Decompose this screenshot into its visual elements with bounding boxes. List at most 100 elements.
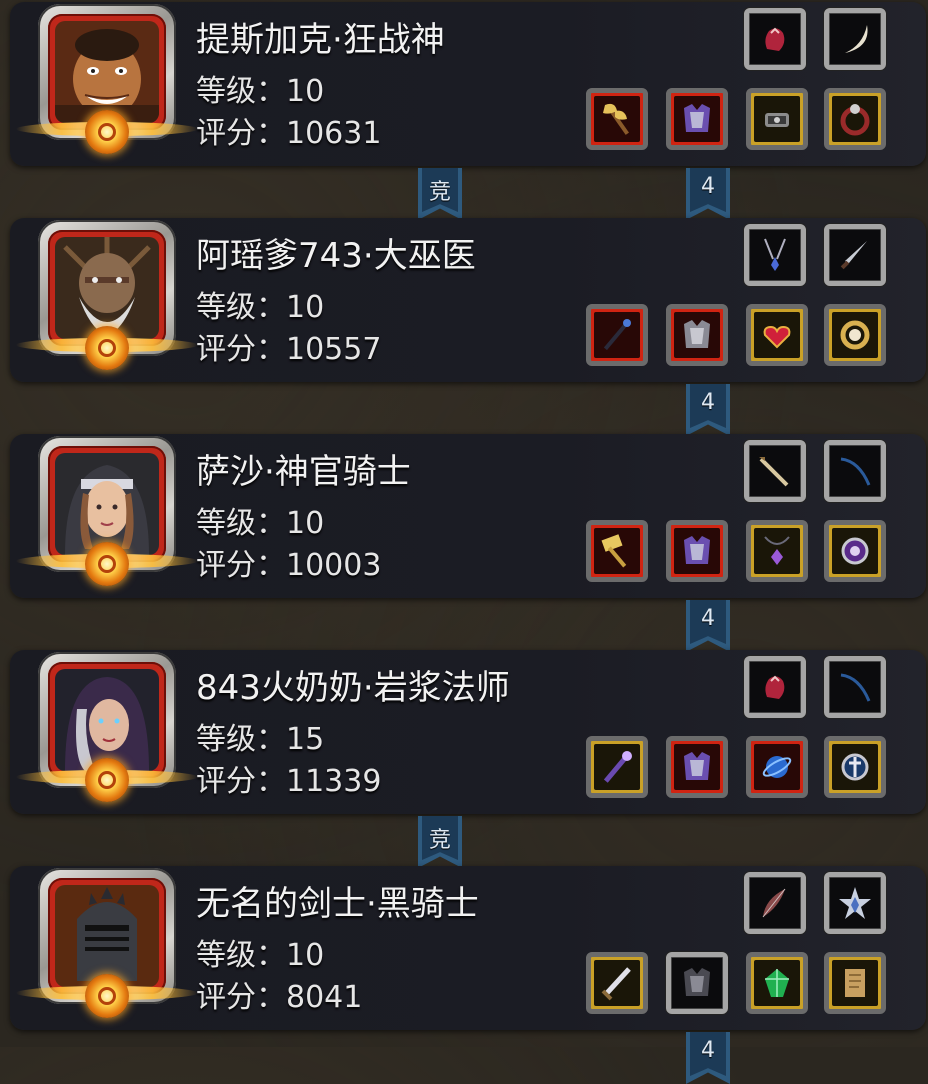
gem-icon	[765, 969, 789, 997]
equip-slot[interactable]	[744, 656, 806, 718]
axe-icon	[603, 103, 629, 135]
equip-slot[interactable]	[586, 736, 648, 798]
player-score: 评分：8041	[196, 980, 363, 1015]
equip-slot[interactable]	[746, 304, 808, 366]
equip-slot[interactable]	[586, 88, 648, 150]
portrait	[16, 4, 198, 154]
ring-icon	[841, 753, 869, 781]
witch-doctor-face-icon	[55, 237, 159, 339]
equip-slot[interactable]	[586, 520, 648, 582]
player-card[interactable]: 提斯加克·狂战神 等级：10 评分：10631	[10, 2, 926, 166]
player-name: 萨沙·神官骑士	[196, 452, 411, 492]
player-card[interactable]: 萨沙·神官骑士 等级：10 评分：10003	[10, 434, 926, 598]
equip-slot[interactable]	[586, 952, 648, 1014]
sorceress-face-icon	[55, 669, 159, 771]
armor-icon	[684, 752, 710, 780]
equip-slot[interactable]	[586, 304, 648, 366]
amulet-icon	[764, 536, 790, 565]
player-name: 无名的剑士·黑骑士	[196, 884, 479, 924]
sword-icon	[601, 967, 631, 1001]
rank-emblem-icon	[85, 110, 129, 154]
equip-slot[interactable]	[824, 440, 886, 502]
rank-ribbon: 4	[686, 384, 730, 436]
equip-slot[interactable]	[744, 224, 806, 286]
orb-icon	[762, 756, 792, 778]
equip-slot[interactable]	[666, 88, 728, 150]
wand-icon	[603, 751, 632, 783]
rank-emblem-icon	[85, 542, 129, 586]
equip-slot[interactable]	[824, 224, 886, 286]
rank-ribbon: 4	[686, 1032, 730, 1084]
ring-icon	[840, 104, 870, 136]
whip-icon	[840, 673, 871, 702]
equip-slot[interactable]	[824, 736, 886, 798]
rank-ribbon: 4	[686, 168, 730, 220]
scroll-icon	[845, 969, 865, 997]
star-crest-icon	[839, 887, 871, 919]
rank-emblem-icon	[85, 974, 129, 1018]
armor-icon	[684, 968, 710, 996]
dagger-icon	[840, 241, 867, 270]
portrait	[16, 868, 198, 1018]
player-level: 等级：15	[196, 722, 325, 757]
player-card[interactable]: 阿瑶爹743·大巫医 等级：10 评分：10557	[10, 218, 926, 382]
portrait	[16, 220, 198, 370]
equip-slot[interactable]	[744, 8, 806, 70]
equip-slot[interactable]	[744, 872, 806, 934]
equip-slot[interactable]	[666, 952, 728, 1014]
portrait	[16, 436, 198, 586]
armor-icon	[684, 320, 710, 348]
whip-icon	[840, 457, 871, 486]
player-card[interactable]: 无名的剑士·黑骑士 等级：10 评分：8041	[10, 866, 926, 1030]
equip-slot[interactable]	[744, 440, 806, 502]
player-level: 等级：10	[196, 506, 325, 541]
rank-ribbon: 4	[686, 600, 730, 652]
claw-hand-icon	[765, 27, 785, 51]
portrait	[16, 652, 198, 802]
equip-slot[interactable]	[666, 304, 728, 366]
equip-slot[interactable]	[824, 88, 886, 150]
ring-icon	[840, 320, 870, 350]
staff-icon	[603, 319, 631, 351]
equip-slot[interactable]	[746, 952, 808, 1014]
rank-emblem-icon	[85, 326, 129, 370]
player-level: 等级：10	[196, 938, 325, 973]
player-score: 评分：10631	[196, 116, 382, 151]
priestess-face-icon	[55, 453, 159, 555]
player-level: 等级：10	[196, 290, 325, 325]
armor-icon	[684, 536, 710, 564]
claw-hand-icon	[765, 675, 785, 699]
equip-slot[interactable]	[746, 520, 808, 582]
necklace-icon	[764, 238, 786, 271]
rank-ribbon: 竞	[418, 168, 462, 220]
barbarian-face-icon	[55, 21, 159, 123]
player-level: 等级：10	[196, 74, 325, 109]
black-knight-face-icon	[55, 885, 159, 987]
player-score: 评分：10557	[196, 332, 382, 367]
equip-slot[interactable]	[824, 8, 886, 70]
equip-slot[interactable]	[746, 736, 808, 798]
ring-icon	[841, 537, 869, 565]
fang-icon	[845, 25, 868, 53]
rank-emblem-icon	[85, 758, 129, 802]
player-score: 评分：10003	[196, 548, 382, 583]
sword-icon	[759, 457, 789, 487]
player-score: 评分：11339	[196, 764, 382, 799]
feather-icon	[762, 888, 786, 918]
hammer-icon	[601, 534, 627, 568]
armor-icon	[684, 104, 710, 132]
equip-slot[interactable]	[824, 656, 886, 718]
equip-slot[interactable]	[824, 304, 886, 366]
rank-ribbon: 竞	[418, 816, 462, 868]
equip-slot[interactable]	[746, 88, 808, 150]
equip-slot[interactable]	[824, 872, 886, 934]
player-name: 提斯加克·狂战神	[196, 20, 445, 60]
player-card[interactable]: 843火奶奶·岩浆法师 等级：15 评分：11339	[10, 650, 926, 814]
equip-slot[interactable]	[666, 520, 728, 582]
player-name: 阿瑶爹743·大巫医	[196, 236, 476, 276]
player-name: 843火奶奶·岩浆法师	[196, 668, 510, 708]
equip-slot[interactable]	[824, 952, 886, 1014]
gear-chest-icon	[765, 113, 789, 127]
equip-slot[interactable]	[666, 736, 728, 798]
equip-slot[interactable]	[824, 520, 886, 582]
